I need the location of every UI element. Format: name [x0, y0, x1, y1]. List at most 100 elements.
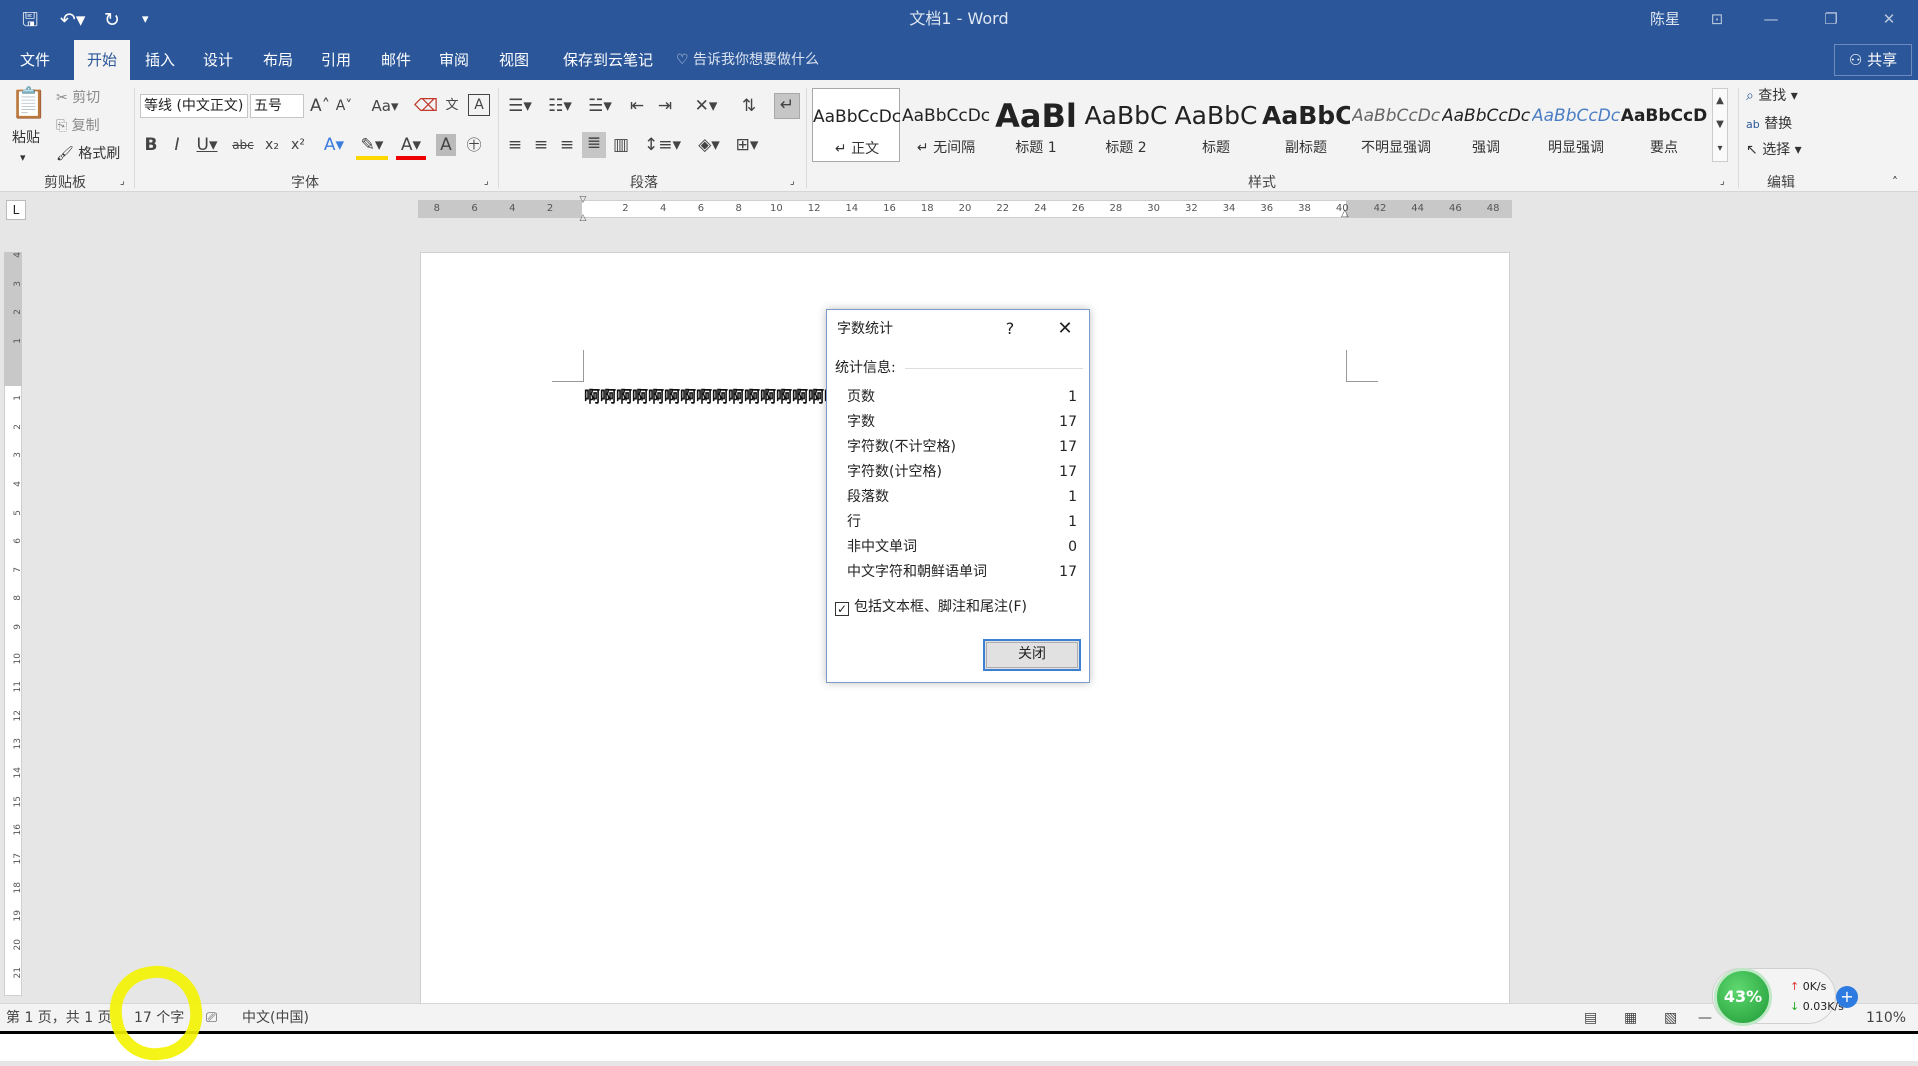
proofing-icon[interactable]: ⎚: [206, 1004, 217, 1032]
zoom-level[interactable]: 110%: [1866, 1004, 1906, 1032]
tab-cloud-note[interactable]: 保存到云笔记: [552, 40, 664, 80]
page-count[interactable]: 第 1 页，共 1 页: [6, 1004, 112, 1032]
sort-icon[interactable]: ⇅: [738, 95, 760, 117]
tab-design[interactable]: 设计: [194, 40, 242, 80]
close-icon[interactable]: ✕: [1047, 314, 1083, 344]
distributed-icon[interactable]: ▥: [610, 134, 632, 156]
web-layout-icon[interactable]: ▧: [1664, 1004, 1677, 1032]
char-border-icon[interactable]: A: [468, 94, 490, 116]
styles-scroll-icon[interactable]: ▲ ▼ ▾: [1712, 88, 1728, 162]
redo-icon[interactable]: ↻: [104, 8, 120, 32]
language[interactable]: 中文(中国): [242, 1004, 309, 1032]
replace-button[interactable]: ab 替换: [1746, 114, 1792, 135]
tab-home[interactable]: 开始: [74, 40, 130, 80]
close-window-icon[interactable]: ✕: [1866, 0, 1912, 38]
styles-launcher-icon[interactable]: ⌟: [1720, 172, 1725, 192]
tab-layout[interactable]: 布局: [254, 40, 302, 80]
shrink-font-icon[interactable]: A˅: [334, 95, 354, 117]
style-emphasis[interactable]: AaBbCcDc 强调: [1442, 88, 1530, 162]
document-text[interactable]: 啊啊啊啊啊啊啊啊啊啊啊啊啊啊啊啊啊: [584, 384, 828, 410]
restore-icon[interactable]: ❐: [1808, 0, 1854, 38]
close-button[interactable]: 关闭: [983, 639, 1081, 671]
superscript-icon[interactable]: x²: [288, 134, 308, 156]
ribbon-display-icon[interactable]: ⊡: [1694, 0, 1740, 38]
line-spacing-icon[interactable]: ↕≡▾: [644, 134, 681, 156]
bold-icon[interactable]: B: [142, 134, 160, 156]
italic-icon[interactable]: I: [168, 134, 186, 156]
help-icon[interactable]: ?: [995, 310, 1025, 348]
undo-icon[interactable]: ↶▾: [60, 8, 85, 32]
clipboard-launcher-icon[interactable]: ⌟: [120, 172, 125, 192]
underline-icon[interactable]: U▾: [194, 134, 220, 156]
style-intense-emphasis[interactable]: AaBbCcDc 明显强调: [1532, 88, 1620, 162]
tab-review[interactable]: 审阅: [430, 40, 478, 80]
collapse-ribbon-icon[interactable]: ˄: [1892, 172, 1898, 192]
align-left-icon[interactable]: ≡: [504, 134, 526, 156]
show-marks-icon[interactable]: ↵: [774, 93, 800, 119]
font-color-icon[interactable]: A▾: [396, 134, 426, 160]
minimize-icon[interactable]: —: [1748, 0, 1794, 38]
tab-references[interactable]: 引用: [312, 40, 360, 80]
user-name[interactable]: 陈星: [1650, 0, 1680, 38]
font-size-select[interactable]: 五号: [250, 94, 304, 118]
asian-layout-icon[interactable]: ✕▾: [690, 95, 722, 117]
paste-icon[interactable]: 📋: [10, 86, 47, 122]
font-name-select[interactable]: 等线 (中文正文): [140, 94, 248, 118]
include-textbox-checkbox[interactable]: ✓ 包括文本框、脚注和尾注(F): [835, 597, 1027, 617]
customize-qat-icon[interactable]: ▾: [142, 8, 149, 32]
font-launcher-icon[interactable]: ⌟: [484, 172, 489, 192]
style-subtle-emphasis[interactable]: AaBbCcDc 不明显强调: [1352, 88, 1440, 162]
cut-button[interactable]: ✂ 剪切: [56, 88, 100, 108]
style-heading-1[interactable]: AaBl 标题 1: [992, 88, 1080, 162]
align-center-icon[interactable]: ≡: [530, 134, 552, 156]
style-title[interactable]: AaBbC 标题: [1172, 88, 1260, 162]
select-button[interactable]: ↖ 选择 ▾: [1746, 140, 1802, 160]
tab-insert[interactable]: 插入: [136, 40, 184, 80]
strikethrough-icon[interactable]: abc: [230, 134, 256, 156]
memory-ball[interactable]: 43%: [1714, 968, 1772, 1026]
paragraph-launcher-icon[interactable]: ⌟: [790, 172, 795, 192]
highlight-color-icon[interactable]: ✎▾: [356, 134, 388, 160]
right-indent-icon[interactable]: △: [1341, 208, 1353, 220]
clear-format-icon[interactable]: ⌫: [414, 95, 438, 117]
zoom-out-icon[interactable]: —: [1698, 1004, 1712, 1032]
style-no-spacing[interactable]: AaBbCcDc ↵ 无间隔: [902, 88, 990, 162]
find-button[interactable]: ⌕ 查找 ▾: [1746, 86, 1798, 106]
text-effects-icon[interactable]: A▾: [322, 134, 346, 156]
phonetic-guide-icon[interactable]: 文: [442, 95, 462, 117]
plus-icon[interactable]: +: [1836, 986, 1858, 1008]
style-subtitle[interactable]: AaBbC 副标题: [1262, 88, 1350, 162]
bullets-icon[interactable]: ☰▾: [504, 95, 536, 117]
char-shading-icon[interactable]: A: [436, 134, 456, 156]
style-normal[interactable]: AaBbCcDc ↵ 正文: [812, 88, 901, 162]
change-case-icon[interactable]: Aa▾: [370, 95, 400, 117]
tell-me-box[interactable]: ♡ 告诉我你想要做什么: [676, 40, 819, 80]
borders-icon[interactable]: ⊞▾: [730, 134, 764, 156]
save-icon[interactable]: 🖫: [22, 8, 38, 32]
align-right-icon[interactable]: ≡: [556, 134, 578, 156]
increase-indent-icon[interactable]: ⇥: [654, 95, 676, 117]
indent-marker-icon[interactable]: ▽ △: [577, 196, 589, 226]
read-mode-icon[interactable]: ▤: [1584, 1004, 1597, 1032]
print-layout-icon[interactable]: ▦: [1624, 1004, 1637, 1032]
share-button[interactable]: ⚇ 共享: [1834, 44, 1912, 76]
checkmark-icon[interactable]: ✓: [835, 602, 849, 616]
decrease-indent-icon[interactable]: ⇤: [626, 95, 648, 117]
style-heading-2[interactable]: AaBbC 标题 2: [1082, 88, 1170, 162]
copy-button[interactable]: ⎘ 复制: [56, 116, 100, 136]
numbering-icon[interactable]: ☷▾: [542, 95, 578, 117]
paste-dropdown-icon[interactable]: ▾: [20, 148, 26, 168]
format-painter-button[interactable]: 🖌 格式刷: [56, 144, 120, 164]
multilevel-list-icon[interactable]: ☱▾: [584, 95, 616, 117]
tab-selector-icon[interactable]: L: [6, 200, 26, 220]
tab-mailings[interactable]: 邮件: [372, 40, 420, 80]
style-strong[interactable]: AaBbCcD 要点: [1620, 88, 1708, 162]
shading-icon[interactable]: ◈▾: [692, 134, 726, 156]
subscript-icon[interactable]: x₂: [262, 134, 282, 156]
tab-view[interactable]: 视图: [490, 40, 538, 80]
grow-font-icon[interactable]: A˄: [310, 95, 330, 117]
tab-file[interactable]: 文件: [10, 40, 60, 80]
justify-icon[interactable]: ≣: [582, 132, 606, 158]
enclose-char-icon[interactable]: ㊉: [464, 134, 484, 156]
paste-button[interactable]: 粘贴: [12, 128, 40, 148]
